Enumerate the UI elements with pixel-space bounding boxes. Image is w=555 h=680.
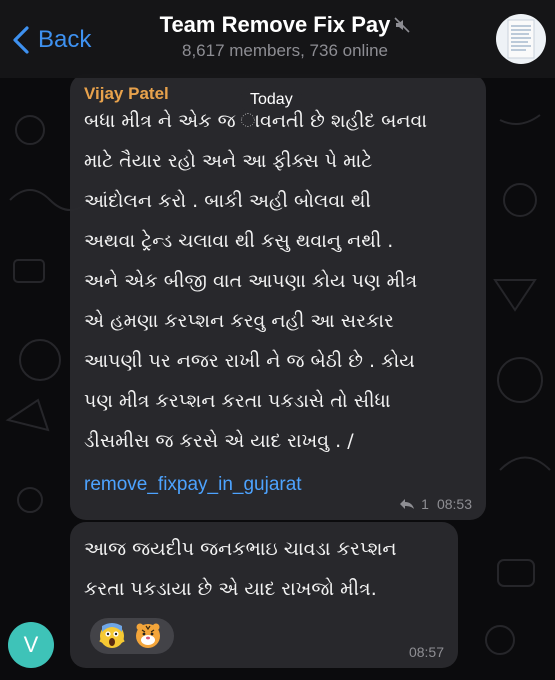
tiger-face-emoji-icon xyxy=(136,623,160,648)
message-line: અને એક બીજી વાત આપણા કોય પણ મીત્ર xyxy=(84,270,418,292)
chevron-left-icon xyxy=(13,26,29,54)
muted-speaker-icon xyxy=(394,17,410,33)
message-line: અથવા ટ્રેન્ડ ચલાવા થી કસુ થવાનુ નથી . xyxy=(84,230,394,252)
message-meta: 08:57 xyxy=(409,644,444,660)
chat-title: Team Remove Fix Pay xyxy=(159,12,391,37)
back-label: Back xyxy=(38,26,92,53)
chat-title-row: Team Remove Fix Pay xyxy=(160,12,411,38)
message-line: આંદોલન કરો . બાકી અહી બોલવા થી xyxy=(84,190,371,212)
message-bubble[interactable]: Vijay Patel બધા મીત્ર ને એક જ ાવનતી છે શ… xyxy=(70,74,486,520)
message-line: માટે તૈયાર રહો અને આ ફીક્સ પે માટે xyxy=(84,150,373,172)
message-line: એ હમણા કરપ્શન કરવુ નહી આ સરકાર xyxy=(84,310,394,332)
message-time: 08:57 xyxy=(408,644,444,660)
message-time: 08:53 xyxy=(436,496,472,512)
message-meta: 1 08:53 xyxy=(399,496,472,512)
reaction-pill[interactable] xyxy=(90,618,174,654)
message-bubble[interactable]: આજ જયદીપ જનકભાઇ ચાવડા કરપ્શન કરતા પકડાયા… xyxy=(70,522,458,668)
reply-count: 1 xyxy=(421,496,429,512)
user-avatar[interactable]: V xyxy=(8,622,54,668)
reply-arrow-icon xyxy=(400,499,415,509)
group-avatar[interactable] xyxy=(496,14,546,64)
document-thumbnail-icon xyxy=(507,19,535,59)
date-separator: Today xyxy=(240,88,303,112)
chat-title-area[interactable]: Team Remove Fix Pay 8,617 members, 736 o… xyxy=(140,12,430,61)
message-line: ડીસમીસ જ કરસે એ યાદ રાખવુ . / xyxy=(84,430,354,452)
message-line: પણ મીત્ર કરપ્શન કરતા પકડાસે તો સીધા xyxy=(84,390,391,412)
sender-name[interactable]: Vijay Patel xyxy=(84,84,169,104)
message-line: કરતા પકડાયા છે એ યાદ રાખજો મીત્ર. xyxy=(84,578,377,600)
message-line: આપણી પર નજર રાખી ને જ બેઠી છે . કોય xyxy=(84,350,415,372)
message-line: બધા મીત્ર ને એક જ ાવનતી છે શહીદ બનવા xyxy=(84,110,427,132)
back-button[interactable]: Back xyxy=(10,24,91,56)
chat-subtitle: 8,617 members, 736 online xyxy=(181,41,389,60)
screaming-face-emoji-icon xyxy=(99,623,125,648)
hashtag-link[interactable]: remove_fixpay_in_gujarat xyxy=(84,474,302,496)
chat-header: Back Team Remove Fix Pay 8,617 members, … xyxy=(0,0,555,78)
message-line: આજ જયદીપ જનકભાઇ ચાવડા કરપ્શન xyxy=(84,538,397,560)
